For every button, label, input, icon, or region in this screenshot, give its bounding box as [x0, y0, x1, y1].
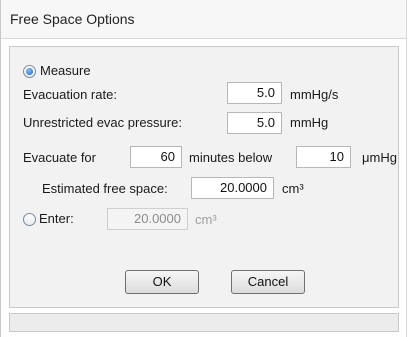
free-space-options-dialog: Free Space Options Measure Evacuation ra… — [0, 0, 413, 337]
evacuation-rate-input[interactable]: 5.0 — [227, 82, 282, 104]
estimated-free-space-input[interactable]: 20.0000 — [191, 177, 274, 199]
enter-radio[interactable] — [23, 213, 36, 226]
unrestricted-pressure-unit: mmHg — [290, 115, 329, 130]
title-bar: Free Space Options — [1, 0, 406, 39]
evacuate-minutes-input[interactable]: 60 — [130, 146, 182, 168]
minutes-below-label: minutes below — [189, 150, 273, 165]
evacuate-for-label: Evacuate for — [23, 150, 96, 165]
enter-free-space-unit: cm³ — [195, 212, 217, 227]
window-title: Free Space Options — [10, 11, 135, 27]
window-edge — [406, 0, 407, 337]
ok-button[interactable]: OK — [125, 270, 199, 294]
cancel-button[interactable]: Cancel — [231, 270, 305, 294]
evacuate-pressure-input[interactable]: 10 — [296, 146, 351, 168]
status-bar — [9, 313, 399, 332]
evacuation-rate-unit: mmHg/s — [290, 87, 339, 102]
enter-free-space-input[interactable]: 20.0000 — [107, 208, 188, 230]
measure-radio[interactable] — [23, 65, 36, 78]
estimated-free-space-label: Estimated free space: — [42, 181, 168, 196]
unrestricted-pressure-input[interactable]: 5.0 — [227, 112, 282, 134]
unrestricted-pressure-label: Unrestricted evac pressure: — [23, 115, 182, 130]
measure-radio-label[interactable]: Measure — [40, 63, 91, 78]
estimated-free-space-unit: cm³ — [282, 181, 304, 196]
evacuation-rate-label: Evacuation rate: — [23, 87, 117, 102]
evacuate-pressure-unit: μmHg — [362, 150, 397, 165]
enter-radio-label[interactable]: Enter: — [39, 211, 74, 226]
